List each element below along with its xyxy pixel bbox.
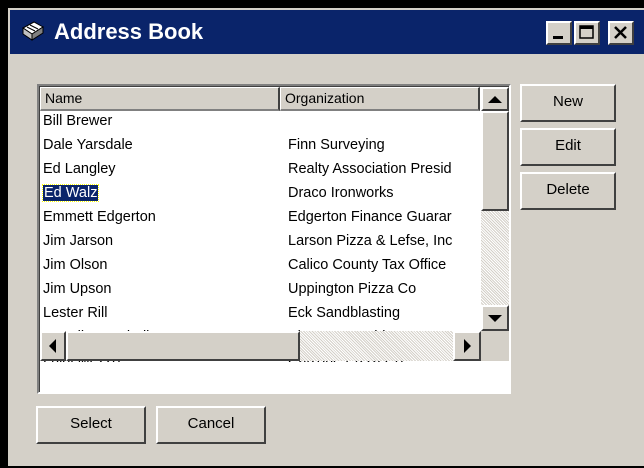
table-row[interactable]: Ed Langley Realty Association Presid <box>40 160 480 184</box>
contact-name: Dale Yarsdale <box>43 137 133 153</box>
contact-organization: Uppington Pizza Co <box>288 281 417 297</box>
table-row[interactable]: Jim Olson Calico County Tax Office <box>40 256 480 280</box>
horizontal-scroll-thumb[interactable] <box>66 331 300 361</box>
list-header: Name Organization <box>40 87 480 111</box>
window-content: Name Organization Bill Brewer Dale Yarsda… <box>10 54 644 466</box>
contact-name: Jim Jarson <box>43 233 114 249</box>
contact-organization: Edgerton Finance Guarar <box>288 209 452 225</box>
scroll-down-button[interactable] <box>481 305 509 331</box>
contact-organization: Eck Sandblasting <box>288 305 401 321</box>
vertical-scrollbar[interactable] <box>481 87 509 361</box>
cancel-button[interactable]: Cancel <box>156 406 266 444</box>
scroll-up-button[interactable] <box>481 87 509 111</box>
contact-name: Jim Upson <box>43 281 112 297</box>
table-row[interactable]: Bill Brewer <box>40 112 480 136</box>
minimize-button[interactable] <box>546 21 572 45</box>
delete-button[interactable]: Delete <box>520 172 616 210</box>
maximize-icon <box>579 25 594 39</box>
contact-name: Lester Rill <box>43 305 108 321</box>
contact-name: Bill Brewer <box>43 113 113 129</box>
table-row[interactable]: Emmett Edgerton Edgerton Finance Guarar <box>40 208 480 232</box>
contact-organization: Calico County Tax Office <box>288 257 447 273</box>
address-book-window: Address Book Name Organization Bill Brew… <box>8 8 644 466</box>
address-book-icon <box>22 21 44 41</box>
close-icon <box>614 26 627 39</box>
contact-name: Emmett Edgerton <box>43 209 156 225</box>
table-row[interactable]: Ed Walz Draco Ironworks <box>40 184 480 208</box>
contact-name: Ed Walz <box>41 184 100 202</box>
contact-name: Jim Olson <box>43 257 108 273</box>
table-row[interactable]: Dale Yarsdale Finn Surveying <box>40 136 480 160</box>
minimize-icon <box>553 36 563 39</box>
scroll-right-button[interactable] <box>453 331 481 361</box>
table-row[interactable]: Lester Rill Eck Sandblasting <box>40 304 480 328</box>
contacts-list[interactable]: Name Organization Bill Brewer Dale Yarsda… <box>37 84 511 394</box>
new-button[interactable]: New <box>520 84 616 122</box>
arrow-left-icon <box>49 339 56 353</box>
contact-name: Ed Langley <box>43 161 116 177</box>
select-button[interactable]: Select <box>36 406 146 444</box>
scroll-left-button[interactable] <box>40 331 66 361</box>
contacts-rows: Bill Brewer Dale Yarsdale Finn Surveying Ed… <box>40 112 480 362</box>
contact-organization: Finn Surveying <box>288 137 385 153</box>
scrollbar-corner <box>481 331 509 361</box>
contact-organization: Larson Pizza & Lefse, Inc <box>288 233 453 249</box>
vertical-scroll-thumb[interactable] <box>481 111 509 211</box>
horizontal-scrollbar[interactable] <box>40 331 481 361</box>
contact-organization: Realty Association Presid <box>288 161 452 177</box>
title-bar[interactable]: Address Book <box>10 10 644 54</box>
arrow-up-icon <box>488 96 502 103</box>
table-row[interactable]: Jim Jarson Larson Pizza & Lefse, Inc <box>40 232 480 256</box>
maximize-button[interactable] <box>574 21 600 45</box>
arrow-down-icon <box>488 315 502 322</box>
contact-organization: Draco Ironworks <box>288 185 394 201</box>
window-title: Address Book <box>54 19 204 44</box>
arrow-right-icon <box>464 339 471 353</box>
table-row[interactable]: Jim Upson Uppington Pizza Co <box>40 280 480 304</box>
column-header-organization[interactable]: Organization <box>280 87 480 111</box>
edit-button[interactable]: Edit <box>520 128 616 166</box>
close-button[interactable] <box>608 21 634 45</box>
column-header-name[interactable]: Name <box>40 87 280 111</box>
